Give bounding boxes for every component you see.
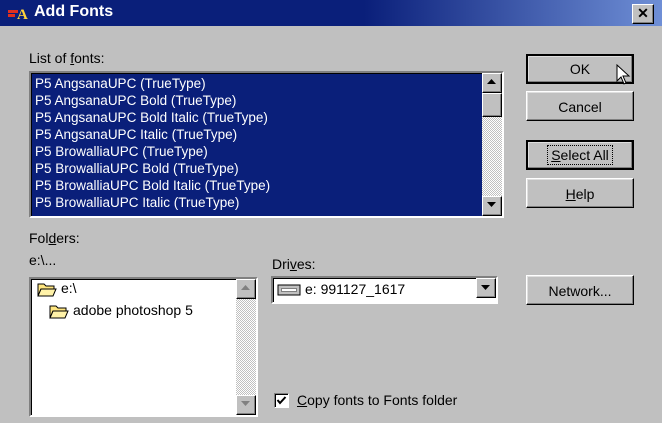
chevron-down-icon (481, 285, 490, 290)
open-folder-icon (37, 283, 57, 297)
folder-item[interactable]: e:\ (37, 280, 77, 297)
font-list-item[interactable]: P5 BrowalliaUPC Italic (TrueType) (33, 194, 477, 211)
arrow-down-icon (241, 401, 250, 406)
arrow-up-icon (487, 79, 496, 84)
select-all-button[interactable]: Select All (526, 140, 634, 170)
fonts-listbox[interactable]: P5 AngsanaUPC (TrueType) P5 AngsanaUPC Bo… (29, 71, 504, 218)
mouse-cursor-icon (616, 64, 631, 85)
font-list-item[interactable]: P5 AngsanaUPC Bold (TrueType) (33, 92, 477, 109)
help-button[interactable]: Help (526, 178, 634, 208)
scroll-up-button[interactable] (482, 73, 502, 93)
arrow-down-icon (487, 202, 496, 207)
current-folder-path: e:\... (29, 252, 57, 268)
svg-text:A: A (17, 7, 28, 21)
copy-fonts-checkbox[interactable] (274, 393, 289, 408)
folders-label: Folders: (29, 230, 80, 246)
font-list-item[interactable]: P5 BrowalliaUPC (TrueType) (33, 143, 477, 160)
font-list-item[interactable]: P5 AngsanaUPC Italic (TrueType) (33, 126, 477, 143)
folder-item[interactable]: adobe photoshop 5 (49, 302, 193, 319)
open-folder-icon (49, 305, 69, 319)
scroll-down-button[interactable] (482, 196, 502, 216)
window-title: Add Fonts (34, 3, 114, 20)
title-bar: A Add Fonts ✕ (0, 0, 662, 26)
font-list-item[interactable]: P5 BrowalliaUPC Bold (TrueType) (33, 160, 477, 177)
folders-scrollbar[interactable] (236, 279, 256, 415)
fonts-list-scrollbar[interactable] (482, 73, 502, 216)
copy-fonts-label[interactable]: Copy fonts to Fonts folder (297, 392, 457, 408)
drives-combobox[interactable]: e: 991127_1617 (271, 276, 498, 304)
drives-dropdown-button[interactable] (476, 278, 496, 298)
fonts-list-label: List of fonts: (29, 50, 105, 66)
arrow-up-icon (241, 285, 250, 290)
folders-listbox[interactable]: e:\ adobe photoshop 5 (29, 277, 258, 417)
scroll-down-button[interactable] (236, 395, 256, 415)
network-button[interactable]: Network... (526, 275, 634, 305)
cancel-button[interactable]: Cancel (526, 91, 634, 121)
drive-icon (277, 284, 301, 296)
close-icon: ✕ (637, 5, 649, 21)
scroll-track[interactable] (236, 299, 256, 395)
drives-label: Drives: (272, 256, 316, 272)
close-button[interactable]: ✕ (632, 4, 654, 24)
drive-selected-value: e: 991127_1617 (305, 281, 406, 297)
font-list-item[interactable]: P5 AngsanaUPC (TrueType) (33, 75, 477, 92)
scroll-up-button[interactable] (236, 279, 256, 299)
font-list-item[interactable]: P5 BrowalliaUPC Bold Italic (TrueType) (33, 177, 477, 194)
fonts-app-icon: A (8, 5, 28, 23)
scroll-thumb[interactable] (482, 93, 502, 117)
font-list-item[interactable]: P5 AngsanaUPC Bold Italic (TrueType) (33, 109, 477, 126)
checkmark-icon (276, 396, 287, 405)
fonts-list-items: P5 AngsanaUPC (TrueType) P5 AngsanaUPC Bo… (33, 75, 477, 211)
